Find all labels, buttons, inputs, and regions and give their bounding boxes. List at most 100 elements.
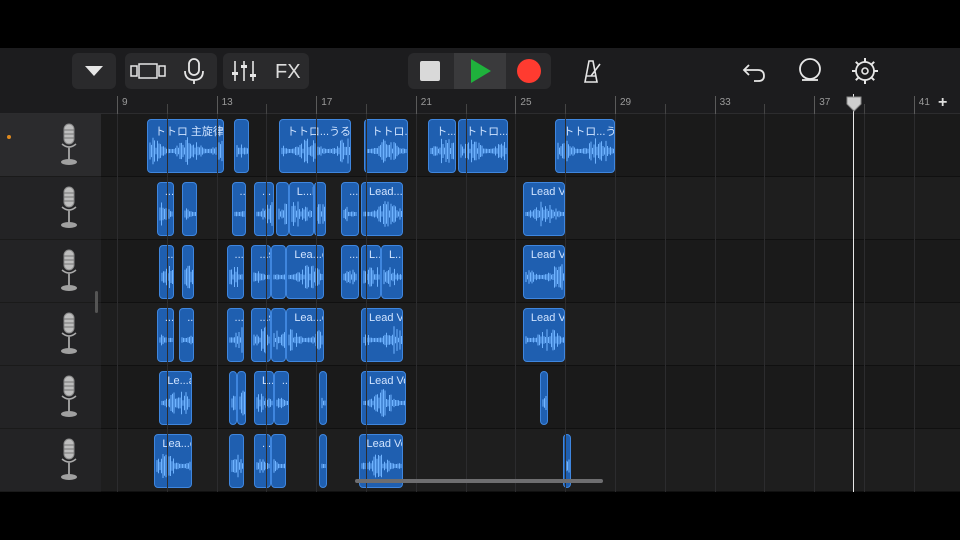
grid-line — [565, 114, 567, 492]
bar-ruler[interactable]: 9 13 17 21 25 29 33 37 41 — [0, 94, 960, 114]
ruler-minor-tick — [565, 104, 567, 114]
audio-region[interactable]: Lea...cals — [154, 434, 192, 488]
play-button[interactable] — [454, 53, 506, 89]
audio-region[interactable] — [234, 119, 249, 173]
audio-region[interactable]: Lead Vocals — [361, 371, 406, 425]
audio-region[interactable] — [271, 245, 287, 299]
audio-region[interactable]: ... — [226, 308, 244, 362]
audio-region[interactable]: L...s — [380, 245, 404, 299]
audio-region[interactable]: Lea...cals — [286, 245, 324, 299]
audio-region[interactable]: ...s — [251, 245, 272, 299]
track-header-2[interactable] — [0, 177, 101, 240]
waveform — [363, 326, 403, 354]
track-header-1[interactable] — [0, 114, 101, 177]
waveform — [231, 454, 243, 478]
metronome-icon[interactable] — [576, 56, 606, 86]
audio-region[interactable]: ... — [179, 308, 195, 362]
toolbar: FX — [0, 48, 960, 94]
audio-region[interactable]: ... — [253, 434, 272, 488]
track-header-3[interactable] — [0, 240, 101, 303]
audio-region[interactable]: Lead Vocals — [522, 308, 566, 362]
microphone-icon[interactable] — [171, 53, 217, 89]
waveform — [430, 138, 455, 164]
stop-icon[interactable] — [408, 53, 452, 89]
loop-icon[interactable] — [794, 56, 826, 86]
track-lane-3[interactable]: .........sLea...cals...L...sL...sLead Vo… — [101, 240, 960, 303]
audio-region[interactable]: ...s — [251, 308, 272, 362]
browser-icon[interactable] — [125, 53, 171, 89]
audio-region[interactable]: ... — [273, 371, 289, 425]
audio-region[interactable]: ... — [156, 308, 175, 362]
playhead[interactable] — [853, 94, 854, 492]
waveform — [181, 335, 194, 345]
audio-region[interactable]: L...ls — [288, 182, 314, 236]
waveform — [363, 267, 380, 287]
ruler-minor-tick — [664, 104, 666, 114]
audio-region[interactable]: Lead Vocals — [522, 182, 566, 236]
audio-region[interactable] — [540, 371, 549, 425]
audio-region[interactable]: トトロ...るさ — [363, 119, 409, 173]
track-menu-button[interactable] — [72, 53, 116, 89]
audio-region[interactable]: トトロ...うるさ — [278, 119, 352, 173]
microphone-icon — [61, 312, 77, 354]
audio-region[interactable]: L...s — [253, 371, 274, 425]
track-header-4[interactable] — [0, 303, 101, 366]
audio-region[interactable]: Le...als — [159, 371, 192, 425]
audio-region[interactable]: ... — [341, 182, 359, 236]
grid-line — [166, 114, 168, 492]
audio-region[interactable] — [271, 308, 287, 362]
audio-region[interactable]: Lea...cals — [286, 308, 324, 362]
waveform — [525, 264, 564, 290]
track-header-5[interactable] — [0, 366, 101, 429]
audio-region[interactable]: ... — [341, 245, 359, 299]
track-lane-5[interactable]: Le...als L...s... Lead Vocals — [101, 366, 960, 429]
audio-region[interactable]: Lead...cals — [361, 182, 404, 236]
audio-region[interactable]: ト...さ — [428, 119, 456, 173]
waveform — [256, 393, 273, 413]
audio-region[interactable] — [271, 434, 287, 488]
audio-region[interactable]: ... — [253, 182, 274, 236]
audio-region[interactable]: ... — [156, 182, 175, 236]
mixer-icon[interactable] — [223, 53, 265, 89]
audio-region[interactable] — [318, 434, 327, 488]
audio-region[interactable]: L...s — [361, 245, 381, 299]
track-lane-4[interactable]: ......... ...s Lea...cals Lead Vocals Lead V… — [101, 303, 960, 366]
track-lane-1[interactable]: トトロ 主旋律 うるさトトロ...うるさトトロ...るさト...さトトロ...う… — [101, 114, 960, 177]
track-lanes: トトロ 主旋律 うるさトトロ...うるさトトロ...るさト...さトトロ...う… — [101, 114, 960, 492]
waveform — [363, 389, 405, 417]
add-section-button[interactable]: + — [938, 94, 947, 112]
fx-button[interactable]: FX — [275, 61, 301, 84]
audio-region[interactable] — [276, 182, 289, 236]
audio-region[interactable] — [229, 371, 238, 425]
horizontal-scrollbar[interactable] — [355, 479, 603, 483]
waveform — [253, 271, 270, 283]
ruler-minor-tick — [166, 104, 168, 114]
undo-icon[interactable] — [739, 56, 769, 86]
settings-icon[interactable] — [849, 55, 881, 87]
grid-line — [664, 114, 666, 492]
audio-region[interactable] — [229, 434, 244, 488]
audio-region[interactable]: ... — [231, 182, 247, 236]
audio-region[interactable]: Lead Vocals — [361, 308, 404, 362]
playhead-handle-icon[interactable] — [846, 96, 862, 112]
ruler-tick — [117, 96, 118, 114]
record-icon[interactable] — [507, 53, 551, 89]
audio-region[interactable] — [236, 371, 247, 425]
audio-region[interactable]: トトロ...うるさ — [555, 119, 615, 173]
audio-region[interactable]: Lead Vocals — [522, 245, 566, 299]
ruler-minor-tick — [266, 104, 268, 114]
track-header-6[interactable] — [0, 429, 101, 492]
header-resize-handle[interactable] — [95, 291, 98, 313]
track-lane-2[interactable]: .........L...ls...Lead...calsLead Vocals — [101, 177, 960, 240]
view-controls-group — [125, 53, 217, 89]
ruler-minor-tick — [465, 104, 467, 114]
waveform — [234, 208, 246, 220]
audio-region[interactable] — [181, 182, 197, 236]
audio-region[interactable] — [318, 371, 327, 425]
audio-region[interactable]: トトロ 主旋律 うるさ — [146, 119, 225, 173]
microphone-icon — [61, 375, 77, 417]
audio-region[interactable] — [181, 245, 195, 299]
waveform — [343, 206, 357, 222]
ruler-tick — [415, 96, 417, 114]
audio-region[interactable]: ... — [226, 245, 244, 299]
